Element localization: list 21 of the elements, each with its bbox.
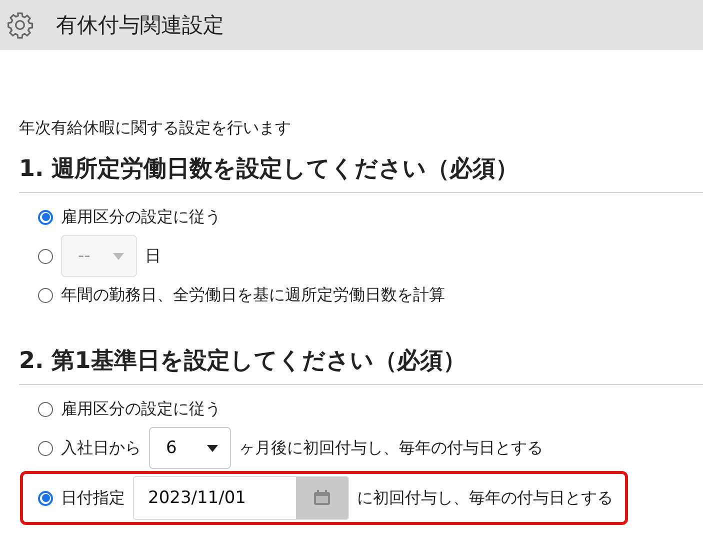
- intro-text: 年次有給休暇に関する設定を行います: [19, 118, 292, 139]
- option-label: 日: [145, 246, 161, 266]
- option-label: 雇用区分の設定に従う: [61, 398, 221, 420]
- section-heading: 2. 第1基準日を設定してください（必須）: [19, 345, 703, 385]
- option-label: 雇用区分の設定に従う: [61, 206, 221, 228]
- dropdown[interactable]: 6: [149, 427, 231, 469]
- option-label: ヶ月後に初回付与し、毎年の付与日とする: [239, 438, 543, 458]
- option-label: 年間の勤務日、全労働日を基に週所定労働日数を計算: [61, 284, 445, 306]
- option-label: に初回付与し、毎年の付与日とする: [357, 488, 613, 508]
- caret-icon: [113, 252, 124, 260]
- caret-icon: [207, 444, 218, 452]
- radio-button[interactable]: [38, 402, 53, 416]
- option-label: 日付指定: [61, 488, 125, 508]
- page-title: 有休付与関連設定: [56, 12, 224, 39]
- radio-button[interactable]: [38, 440, 53, 456]
- settings-icon[interactable]: [6, 11, 34, 39]
- section-heading: 1. 週所定労働日数を設定してください（必須）: [19, 153, 703, 193]
- radio-button[interactable]: [38, 288, 53, 302]
- option-label: 入社日から: [61, 438, 141, 458]
- radio-button[interactable]: [38, 210, 53, 224]
- radio-button[interactable]: [38, 490, 53, 506]
